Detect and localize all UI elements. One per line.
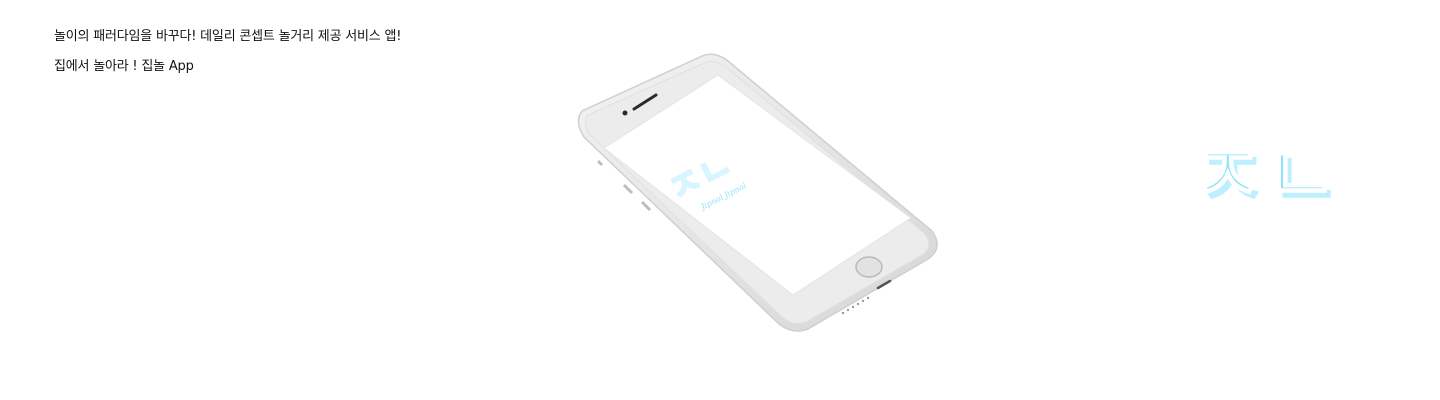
svg-text:ㅈㄴ: ㅈㄴ xyxy=(1190,136,1337,221)
subline-text: 집에서 놀아라 ! 집놀 App xyxy=(54,59,194,74)
intro-text-block: 놀이의 패러다임을 바꾸다! 데일리 콘셉트 놀거리 제공 서비스 앱! 집에서… xyxy=(54,29,401,75)
brand-logo-icon: ㅈㄴ ㅈㄴ xyxy=(1189,136,1342,227)
headline-text: 놀이의 패러다임을 바꾸다! 데일리 콘셉트 놀거리 제공 서비스 앱! xyxy=(54,29,402,44)
phone-mockup: ㅈㄴ Jipnol Jipnol xyxy=(577,53,938,332)
home-button-icon xyxy=(855,256,883,278)
